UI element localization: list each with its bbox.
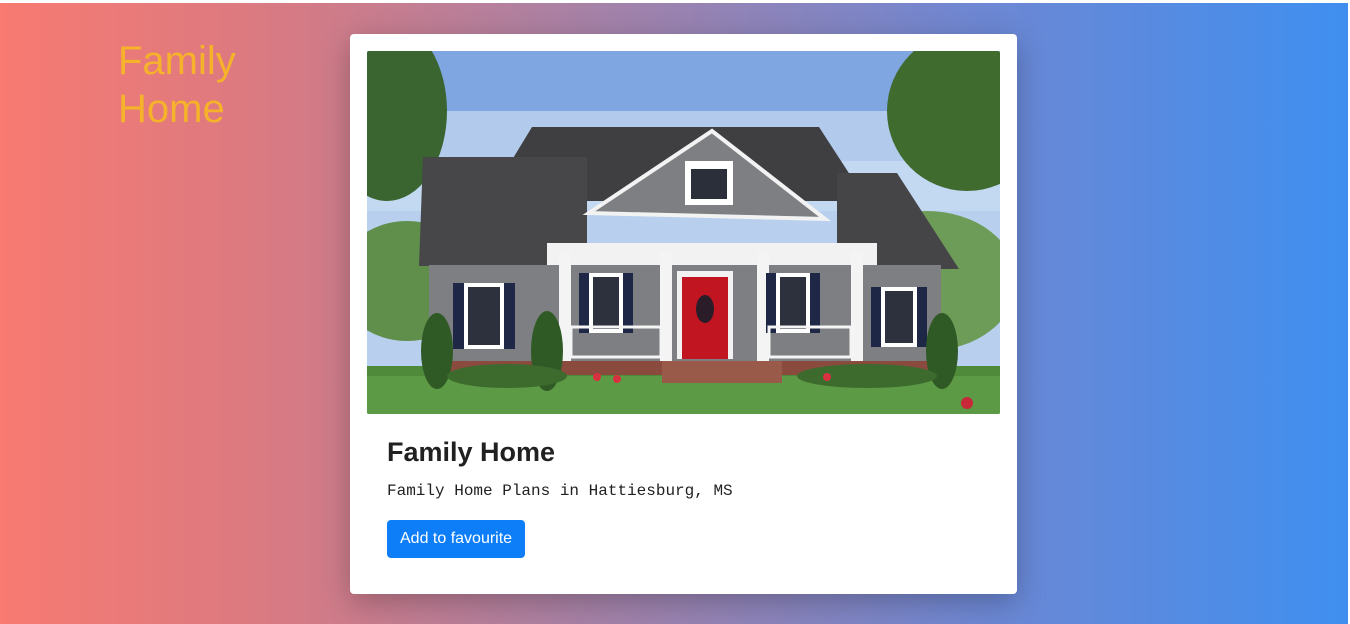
brand-title: Family Home — [118, 39, 236, 131]
page-background: Family Home Family Home Family Home Plan… — [0, 3, 1348, 624]
listing-card: Family Home Family Home Plans in Hatties… — [350, 34, 1017, 594]
add-to-favourite-button[interactable]: Add to favourite — [387, 520, 526, 558]
house-illustration — [367, 51, 1000, 414]
card-title: Family Home — [387, 437, 556, 467]
card-subtitle: Family Home Plans in Hattiesburg, MS — [387, 482, 733, 500]
house-image — [367, 51, 1000, 414]
